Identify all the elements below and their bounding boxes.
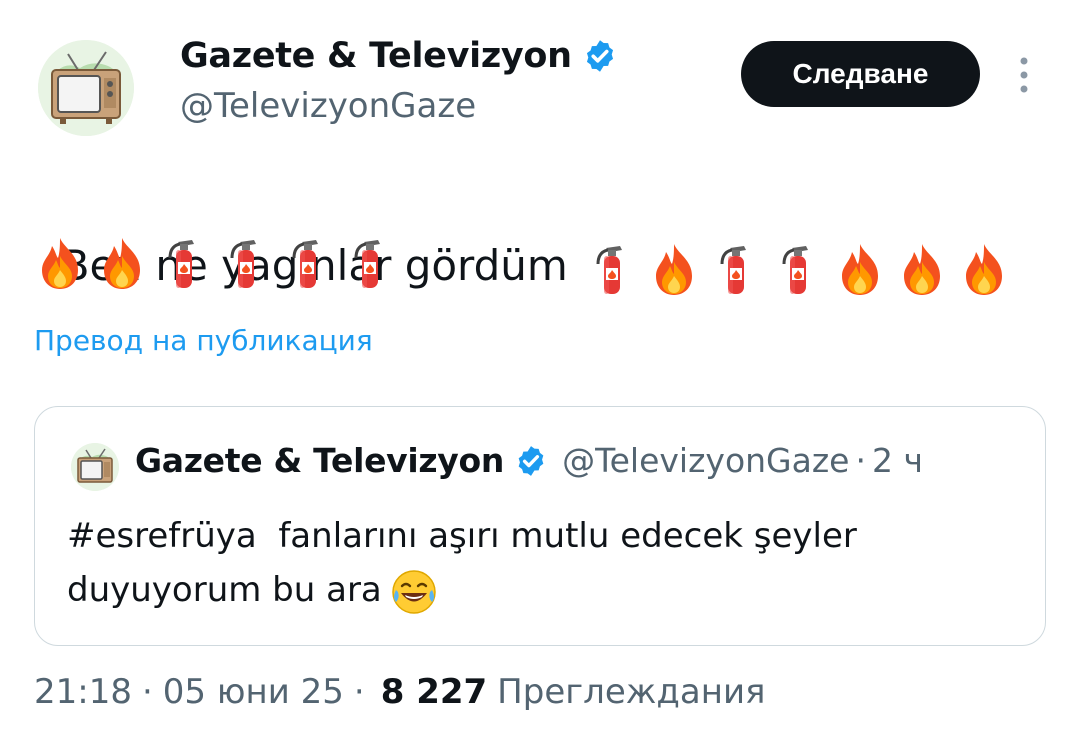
quoted-header: Gazete & Televizyon @TelevizyonGaze · 2 … — [135, 441, 923, 480]
author-display-name[interactable]: Gazete & Televizyon — [180, 36, 572, 76]
quoted-timestamp: 2 ч — [871, 441, 923, 480]
more-vertical-icon[interactable] — [1010, 56, 1038, 94]
fire-icon — [965, 243, 1002, 295]
meta-separator: · — [141, 672, 153, 712]
author-handle[interactable]: @TelevizyonGaze — [180, 86, 476, 126]
fire-extinguisher-icon — [720, 245, 746, 294]
views-count: 8 227 — [380, 672, 488, 712]
fire-icon — [42, 238, 78, 289]
post-emoji-line-2 — [34, 234, 406, 292]
post-meta: 21:18 · 05 юни 25 · 8 227 Преглеждания — [34, 672, 766, 712]
quoted-author-handle: @TelevizyonGaze — [562, 441, 850, 480]
face-with-tears-of-joy-icon — [392, 569, 436, 614]
verified-badge-icon — [518, 445, 544, 476]
quoted-post-card[interactable]: Gazete & Televizyon @TelevizyonGaze · 2 … — [34, 406, 1046, 646]
fire-icon — [104, 238, 140, 289]
fire-icon — [655, 243, 692, 295]
author-name-row[interactable]: Gazete & Televizyon — [180, 36, 618, 76]
quoted-author-avatar — [71, 443, 119, 491]
translate-link[interactable]: Превод на публикация — [34, 324, 373, 357]
fire-icon — [903, 243, 940, 295]
fire-icon — [841, 243, 878, 295]
post-emoji-line-1 — [568, 240, 1010, 298]
post-date[interactable]: 05 юни 25 — [163, 672, 344, 712]
quoted-body: #esrefrüya fanlarını aşırı mutlu edecek … — [67, 516, 857, 610]
views-label: Преглеждания — [497, 672, 766, 712]
quoted-post-text: #esrefrüya fanlarını aşırı mutlu edecek … — [67, 509, 1027, 617]
quoted-author-name: Gazete & Televizyon — [135, 441, 505, 480]
fire-extinguisher-icon — [354, 240, 380, 288]
author-avatar[interactable] — [38, 40, 134, 136]
post-time[interactable]: 21:18 — [34, 672, 132, 712]
fire-extinguisher-icon — [168, 240, 194, 288]
meta-separator: · — [353, 672, 365, 712]
quoted-separator: · — [855, 441, 866, 480]
fire-extinguisher-icon — [596, 245, 622, 294]
follow-button[interactable]: Следване — [741, 41, 980, 107]
retro-tv-icon — [71, 443, 119, 491]
retro-tv-icon — [38, 40, 134, 136]
fire-extinguisher-icon — [292, 240, 318, 288]
verified-badge-icon — [586, 40, 613, 72]
fire-extinguisher-icon — [782, 245, 808, 294]
fire-extinguisher-icon — [230, 240, 256, 288]
